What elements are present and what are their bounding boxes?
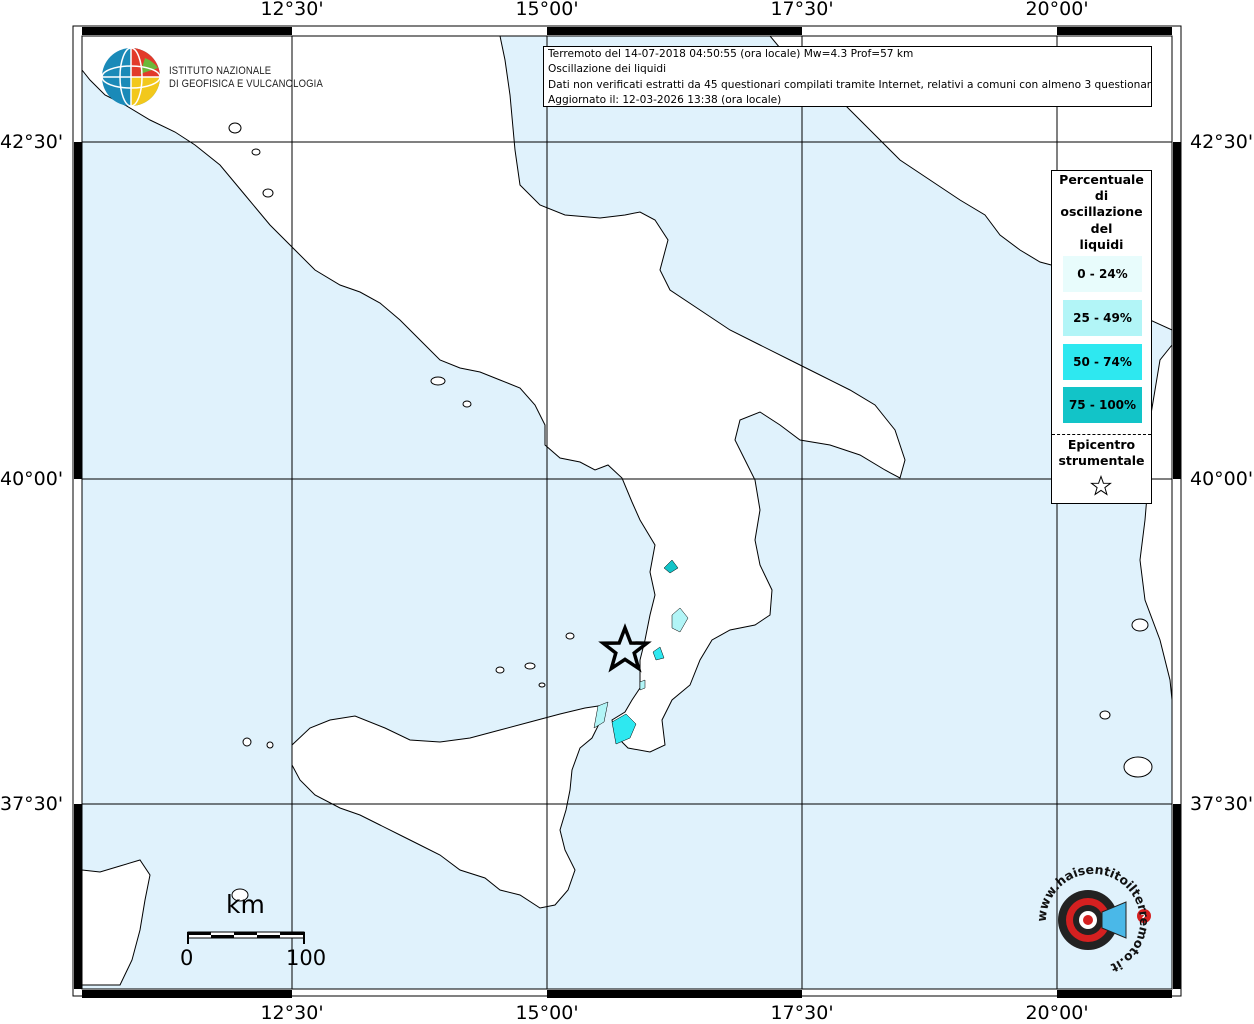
legend-title-line: oscillazione bbox=[1060, 204, 1143, 220]
tick-top-3: 17°30' bbox=[770, 0, 834, 20]
tick-bottom-2: 15°00' bbox=[515, 1002, 579, 1024]
info-updated: Aggiornato il: 12-03-2026 13:38 (ora loc… bbox=[548, 93, 782, 106]
info-box: Terremoto del 14-07-2018 04:50:55 (ora l… bbox=[543, 46, 1152, 107]
haisentito-logo[interactable]: ? www.haisentitoilterremoto.it bbox=[1026, 862, 1161, 980]
legend-class-label: 75 - 100% bbox=[1068, 398, 1137, 412]
tick-left-1: 42°30' bbox=[0, 131, 64, 153]
info-event: Terremoto del 14-07-2018 04:50:55 (ora l… bbox=[548, 48, 914, 60]
legend-title-line: Percentuale bbox=[1059, 172, 1144, 187]
tick-top-1: 12°30' bbox=[260, 0, 324, 20]
tick-top-2: 15°00' bbox=[515, 0, 579, 20]
tick-right-2: 40°00' bbox=[1190, 468, 1254, 490]
legend-class-label: 25 - 49% bbox=[1073, 311, 1132, 325]
tick-right-1: 42°30' bbox=[1190, 131, 1254, 153]
legend: Percentuale di oscillazione del liquidi … bbox=[1051, 170, 1152, 504]
ingv-name: ISTITUTO NAZIONALE DI GEOFISICA E VULCAN… bbox=[169, 65, 323, 91]
ingv-line1: ISTITUTO NAZIONALE bbox=[169, 65, 272, 77]
legend-class-25-49: 25 - 49% bbox=[1063, 300, 1142, 336]
legend-title: Percentuale di oscillazione del liquidi bbox=[1052, 171, 1151, 253]
legend-epicenter-line: strumentale bbox=[1058, 453, 1145, 468]
legend-class-75-100: 75 - 100% bbox=[1063, 387, 1142, 423]
tick-bottom-4: 20°00' bbox=[1025, 1002, 1089, 1024]
tick-bottom-3: 17°30' bbox=[770, 1002, 834, 1024]
legend-divider bbox=[1052, 434, 1151, 435]
legend-epicenter-line: Epicentro bbox=[1067, 437, 1136, 452]
star-icon bbox=[1090, 475, 1112, 496]
ingv-line2: DI GEOFISICA E VULCANOLOGIA bbox=[169, 78, 323, 90]
legend-title-line: liquidi bbox=[1079, 236, 1124, 252]
legend-title-line: di bbox=[1094, 188, 1109, 204]
legend-title-line: del bbox=[1090, 220, 1113, 236]
scale-max-label: 100 bbox=[286, 946, 327, 970]
tick-left-3: 37°30' bbox=[0, 793, 64, 815]
tick-left-2: 40°00' bbox=[0, 468, 64, 490]
legend-class-0-24: 0 - 24% bbox=[1063, 256, 1142, 292]
legend-class-label: 50 - 74% bbox=[1073, 355, 1132, 369]
tick-bottom-1: 12°30' bbox=[260, 1002, 324, 1024]
legend-class-label: 0 - 24% bbox=[1077, 267, 1128, 281]
info-data-note: Dati non verificati estratti da 45 quest… bbox=[548, 78, 1151, 91]
tick-right-3: 37°30' bbox=[1190, 793, 1254, 815]
scale-min-label: 0 bbox=[180, 946, 194, 970]
tick-top-4: 20°00' bbox=[1025, 0, 1089, 20]
legend-class-50-74: 50 - 74% bbox=[1063, 344, 1142, 380]
legend-epicenter-label: Epicentro strumentale bbox=[1052, 437, 1151, 469]
info-map-type: Oscillazione dei liquidi bbox=[548, 63, 667, 76]
